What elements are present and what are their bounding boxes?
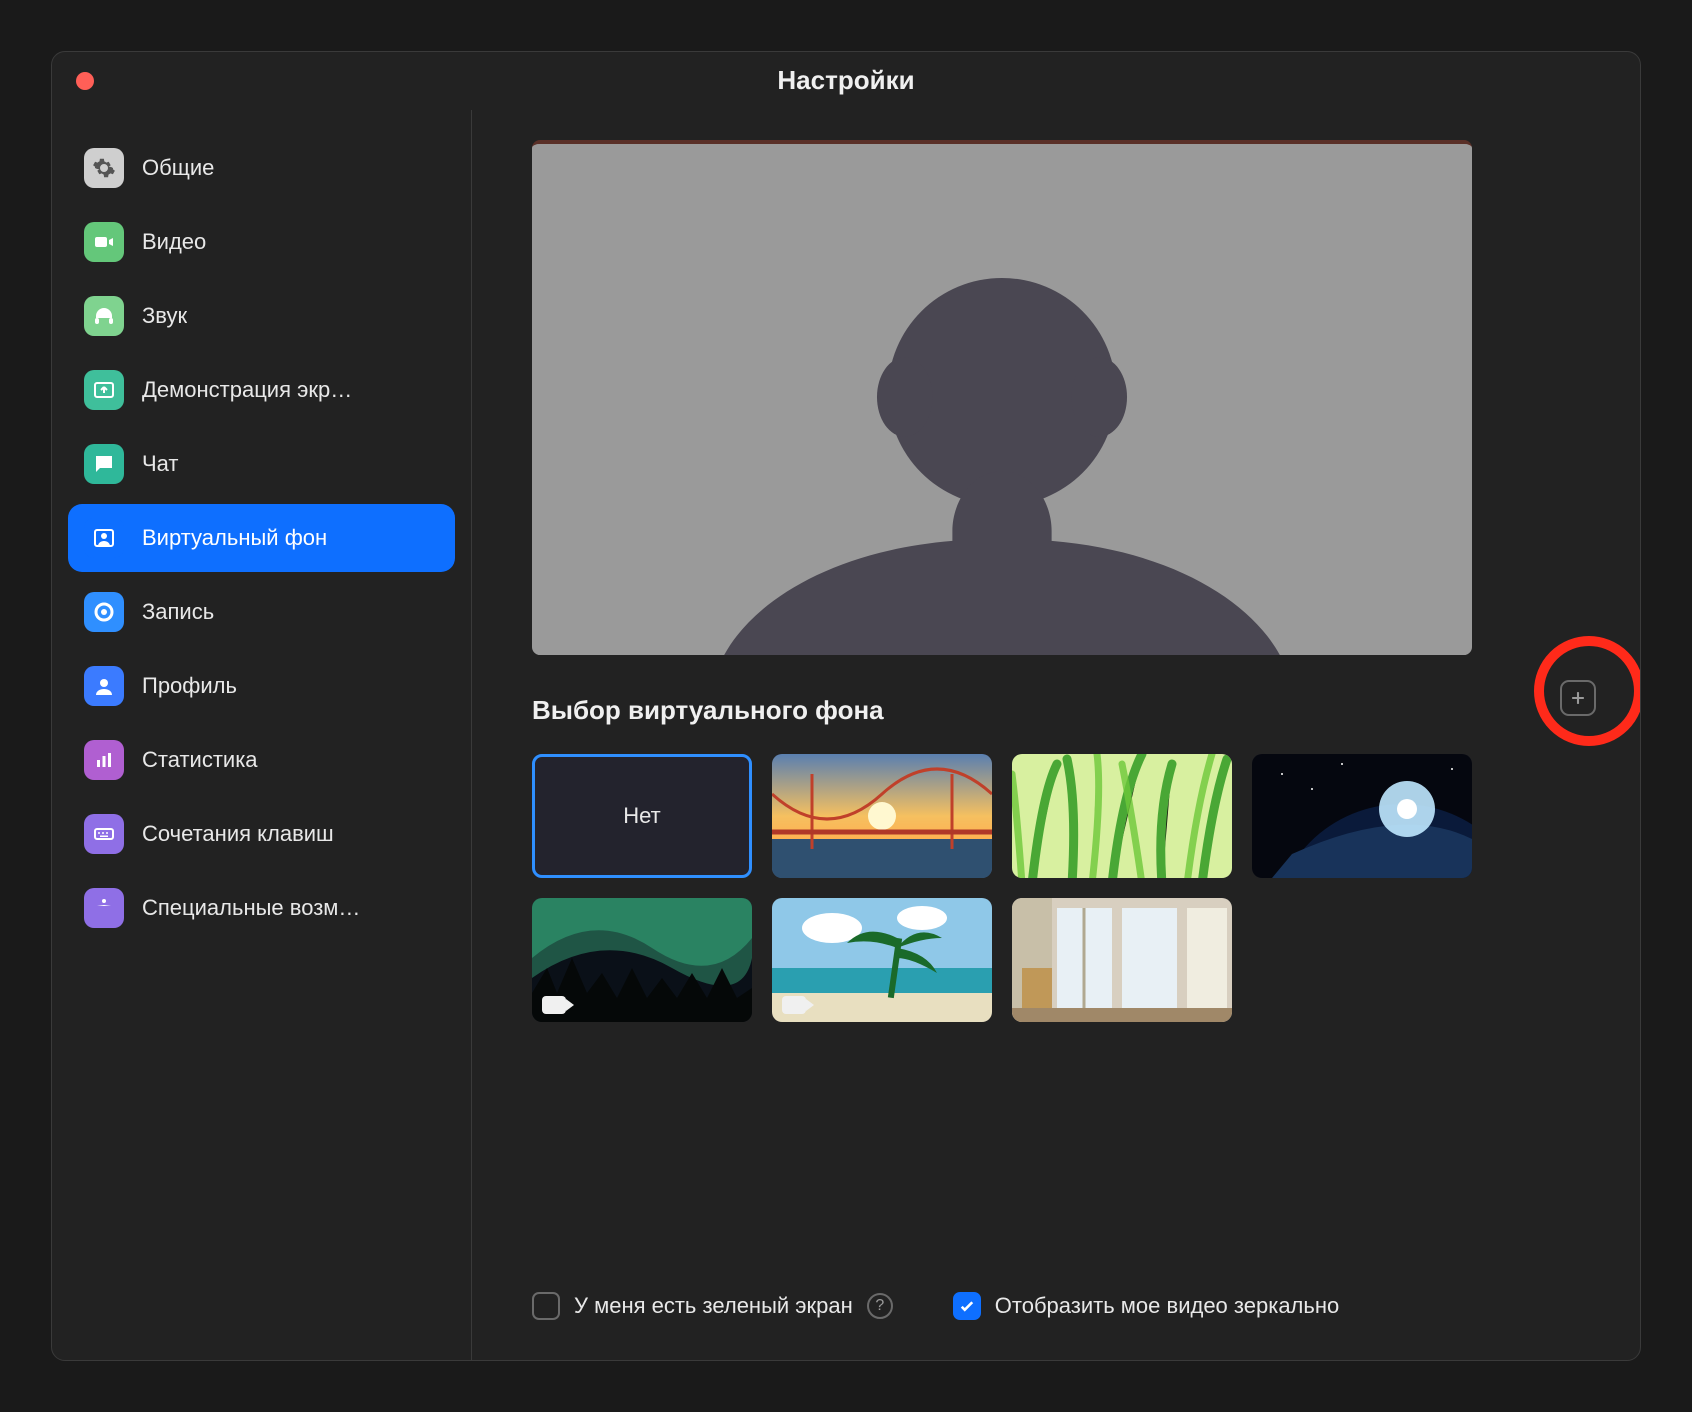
sidebar-item-label: Виртуальный фон [142,525,327,551]
section-title: Выбор виртуального фона [532,695,884,726]
background-grid: Нет [532,754,1580,1022]
mirror-label: Отобразить мое видео зеркально [995,1293,1339,1319]
video-badge-icon [542,996,566,1014]
option-mirror: Отобразить мое видео зеркально [953,1292,1339,1320]
gear-icon [84,148,124,188]
video-badge-icon [782,996,806,1014]
keyboard-icon [84,814,124,854]
screen-share-icon [84,370,124,410]
video-icon [84,222,124,262]
sidebar-item-screenshare[interactable]: Демонстрация экр… [68,356,455,424]
green-screen-checkbox[interactable] [532,1292,560,1320]
sidebar: Общие Видео Звук Демонстрация экр… [52,110,472,1360]
sidebar-item-accessibility[interactable]: Специальные возм… [68,874,455,942]
background-tile-golden-gate[interactable] [772,754,992,878]
sidebar-item-recording[interactable]: Запись [68,578,455,646]
background-tile-earth[interactable] [1252,754,1472,878]
help-icon[interactable]: ? [867,1293,893,1319]
video-preview [532,140,1472,655]
record-icon [84,592,124,632]
options-row: У меня есть зеленый экран ? Отобразить м… [532,1272,1580,1320]
sidebar-item-video[interactable]: Видео [68,208,455,276]
background-tile-grass[interactable] [1012,754,1232,878]
sidebar-item-chat[interactable]: Чат [68,430,455,498]
sidebar-item-label: Статистика [142,747,258,773]
sidebar-item-label: Запись [142,599,214,625]
background-tile-aurora[interactable] [532,898,752,1022]
sidebar-item-label: Профиль [142,673,237,699]
headphones-icon [84,296,124,336]
window-body: Общие Видео Звук Демонстрация экр… [52,110,1640,1360]
sidebar-item-label: Чат [142,451,179,477]
window-controls [76,72,94,90]
sidebar-item-virtual-background[interactable]: Виртуальный фон [68,504,455,572]
sidebar-item-label: Специальные возм… [142,895,360,921]
mirror-checkbox[interactable] [953,1292,981,1320]
sidebar-item-label: Сочетания клавиш [142,821,334,847]
option-green-screen: У меня есть зеленый экран ? [532,1292,893,1320]
sidebar-item-profile[interactable]: Профиль [68,652,455,720]
sidebar-item-label: Общие [142,155,214,181]
add-background-button[interactable] [1560,680,1596,716]
background-tile-none[interactable]: Нет [532,754,752,878]
person-background-icon [84,518,124,558]
main-panel: Выбор виртуального фона Нет [472,110,1640,1360]
sidebar-item-audio[interactable]: Звук [68,282,455,350]
sidebar-item-label: Звук [142,303,187,329]
background-none-label: Нет [623,803,660,829]
background-tile-room[interactable] [1012,898,1232,1022]
bar-chart-icon [84,740,124,780]
titlebar: Настройки [52,52,1640,110]
accessibility-icon [84,888,124,928]
chat-icon [84,444,124,484]
sidebar-item-general[interactable]: Общие [68,134,455,202]
close-window-button[interactable] [76,72,94,90]
settings-window: Настройки Общие Видео Звук [51,51,1641,1361]
green-screen-label: У меня есть зеленый экран [574,1293,853,1319]
sidebar-item-label: Видео [142,229,206,255]
window-title: Настройки [52,65,1640,96]
profile-icon [84,666,124,706]
sidebar-item-statistics[interactable]: Статистика [68,726,455,794]
sidebar-item-keyboard-shortcuts[interactable]: Сочетания клавиш [68,800,455,868]
background-tile-beach[interactable] [772,898,992,1022]
section-header: Выбор виртуального фона [532,695,1580,726]
sidebar-item-label: Демонстрация экр… [142,377,352,403]
